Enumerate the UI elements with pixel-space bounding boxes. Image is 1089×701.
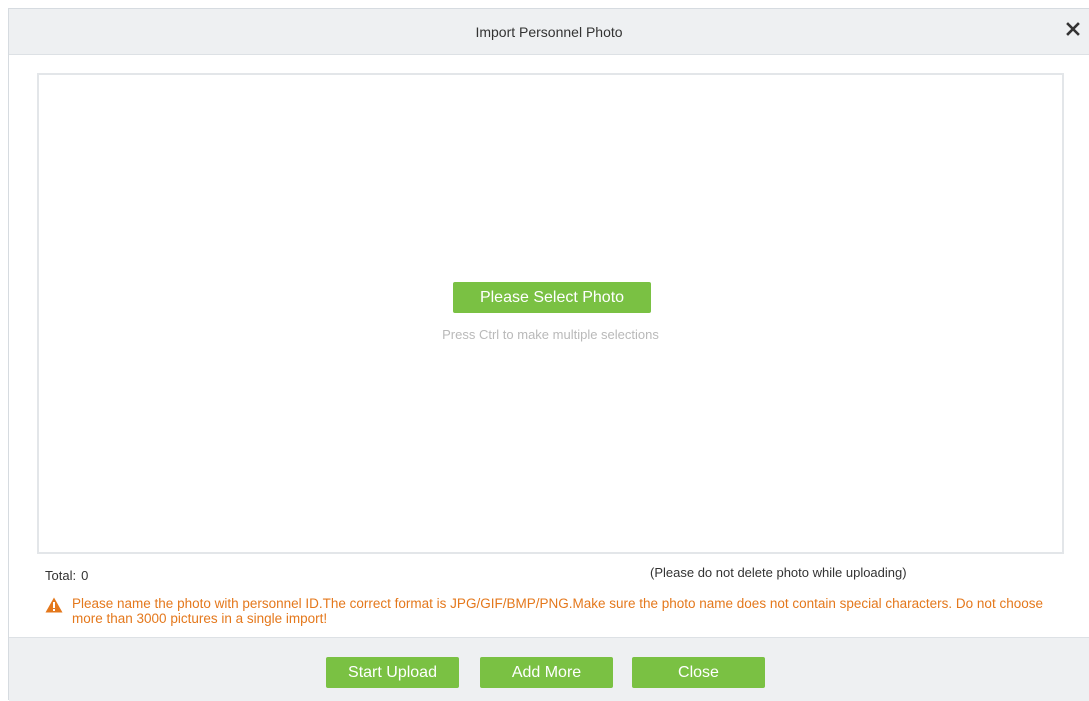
- multi-select-hint: Press Ctrl to make multiple selections: [442, 327, 659, 342]
- import-photo-dialog: Import Personnel Photo Please Select Pho…: [8, 8, 1089, 701]
- select-photo-button[interactable]: Please Select Photo: [453, 282, 651, 313]
- photo-drop-area[interactable]: Please Select Photo Press Ctrl to make m…: [37, 73, 1064, 554]
- upload-note: (Please do not delete photo while upload…: [650, 565, 907, 580]
- close-button[interactable]: Close: [632, 657, 765, 688]
- warning-message: Please name the photo with personnel ID.…: [45, 596, 1055, 626]
- dialog-titlebar: Import Personnel Photo: [9, 9, 1089, 55]
- close-icon[interactable]: [1063, 19, 1083, 39]
- dialog-footer: Start Upload Add More Close: [9, 637, 1089, 701]
- total-label: Total:: [45, 568, 77, 583]
- start-upload-button[interactable]: Start Upload: [326, 657, 459, 688]
- dialog-title: Import Personnel Photo: [475, 24, 623, 40]
- add-more-button[interactable]: Add More: [480, 657, 613, 688]
- warning-triangle-icon: [45, 597, 63, 613]
- warning-text: Please name the photo with personnel ID.…: [72, 596, 1043, 626]
- total-count: Total: 0: [45, 568, 88, 583]
- total-value: 0: [81, 568, 89, 583]
- close-x-icon: [1066, 22, 1080, 36]
